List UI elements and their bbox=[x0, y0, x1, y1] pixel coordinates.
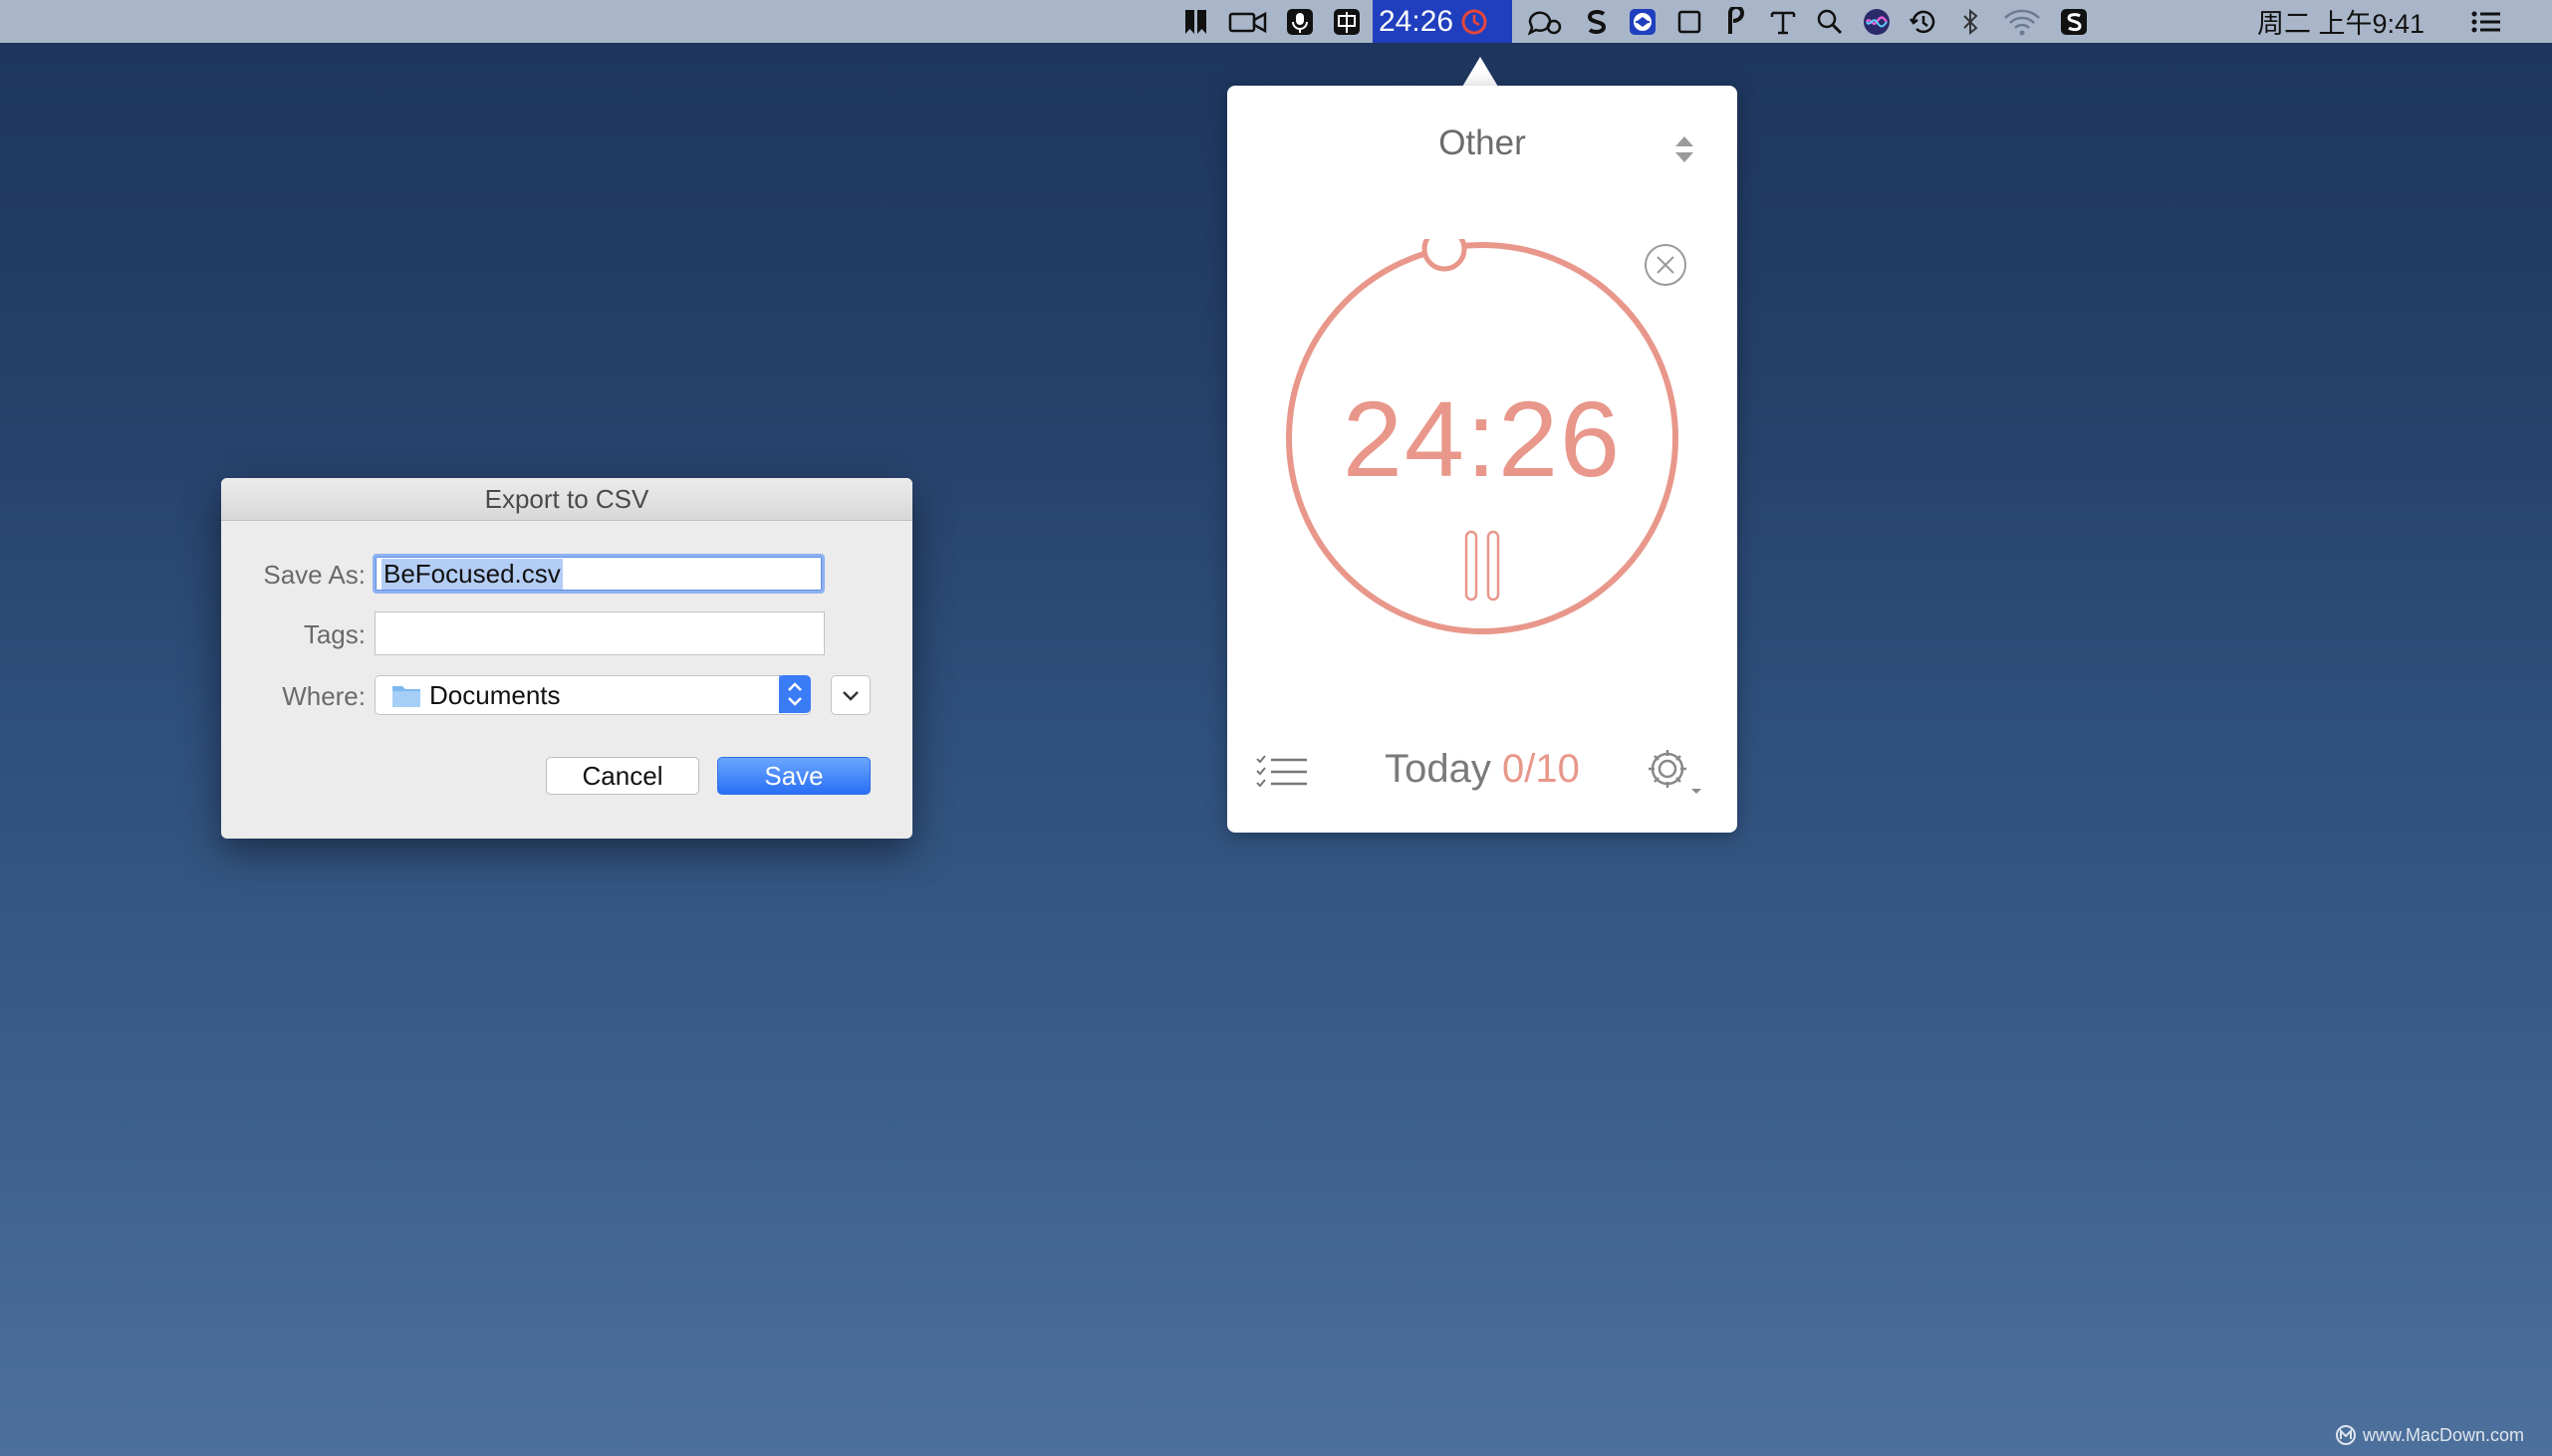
today-count: 0/10 bbox=[1502, 747, 1580, 791]
category-selector[interactable]: Other bbox=[1227, 123, 1737, 163]
watermark-logo-icon bbox=[2336, 1425, 2356, 1445]
befocused-popover: Other 24:26 Today 0/10 bbox=[1227, 86, 1737, 833]
expand-button[interactable] bbox=[831, 675, 871, 715]
export-dialog: Export to CSV Save As: BeFocused.csv Tag… bbox=[221, 478, 912, 839]
menubar-timer[interactable]: 24:26 bbox=[1373, 0, 1512, 43]
menubar-right-icons bbox=[1524, 0, 2106, 43]
notification-center-icon[interactable] bbox=[2470, 6, 2502, 38]
menubar-clock[interactable]: 周二 上午9:41 bbox=[2257, 0, 2424, 43]
bookmark-icon[interactable] bbox=[1181, 7, 1211, 37]
video-camera-icon[interactable] bbox=[1228, 7, 1268, 37]
s-app-icon[interactable] bbox=[1581, 7, 1611, 37]
save-as-input[interactable]: BeFocused.csv bbox=[373, 554, 825, 594]
where-value: Documents bbox=[429, 679, 561, 710]
menubar-timer-text: 24:26 bbox=[1379, 4, 1454, 38]
where-select[interactable]: Documents bbox=[375, 675, 811, 715]
timer-display: 24:26 bbox=[1342, 378, 1623, 499]
today-label: Today bbox=[1385, 747, 1491, 791]
typeface-icon[interactable] bbox=[1768, 7, 1798, 37]
search-icon[interactable] bbox=[1815, 7, 1845, 37]
popover-arrow bbox=[1462, 57, 1498, 87]
dialog-title: Export to CSV bbox=[221, 478, 912, 521]
menubar-status-icons bbox=[1181, 0, 1379, 43]
input-method-icon[interactable] bbox=[1332, 7, 1362, 37]
befocused-icon bbox=[1461, 9, 1487, 34]
dial-handle bbox=[1421, 239, 1467, 272]
where-label: Where: bbox=[282, 681, 366, 711]
wechat-icon[interactable] bbox=[1524, 7, 1564, 37]
teamviewer-icon[interactable] bbox=[1628, 7, 1658, 37]
gear-icon[interactable] bbox=[1646, 747, 1707, 797]
cancel-button[interactable]: Cancel bbox=[546, 757, 699, 795]
paw-icon[interactable] bbox=[1721, 6, 1751, 37]
save-as-label: Save As: bbox=[263, 560, 366, 590]
time-machine-icon[interactable] bbox=[1909, 7, 1938, 37]
where-stepper-icon[interactable] bbox=[779, 675, 811, 713]
sogou-icon[interactable] bbox=[2059, 7, 2089, 37]
wifi-icon[interactable] bbox=[2002, 7, 2042, 37]
screenshot-icon[interactable] bbox=[1674, 7, 1704, 37]
save-as-value: BeFocused.csv bbox=[382, 558, 563, 590]
microphone-icon[interactable] bbox=[1285, 7, 1315, 37]
siri-icon[interactable] bbox=[1862, 7, 1892, 37]
tags-label: Tags: bbox=[303, 619, 366, 649]
save-button[interactable]: Save bbox=[717, 757, 871, 795]
menu-bar: 24:26 周二 上午9:41 bbox=[0, 0, 2552, 43]
category-stepper-icon[interactable] bbox=[1673, 133, 1695, 165]
folder-icon bbox=[392, 686, 420, 707]
watermark-text: www.MacDown.com bbox=[2363, 1424, 2525, 1445]
bluetooth-icon[interactable] bbox=[1955, 7, 1985, 37]
pause-icon[interactable] bbox=[1460, 530, 1504, 602]
watermark: www.MacDown.com bbox=[2335, 1424, 2524, 1446]
chevron-down-icon bbox=[843, 691, 859, 701]
tags-input[interactable] bbox=[375, 611, 825, 655]
